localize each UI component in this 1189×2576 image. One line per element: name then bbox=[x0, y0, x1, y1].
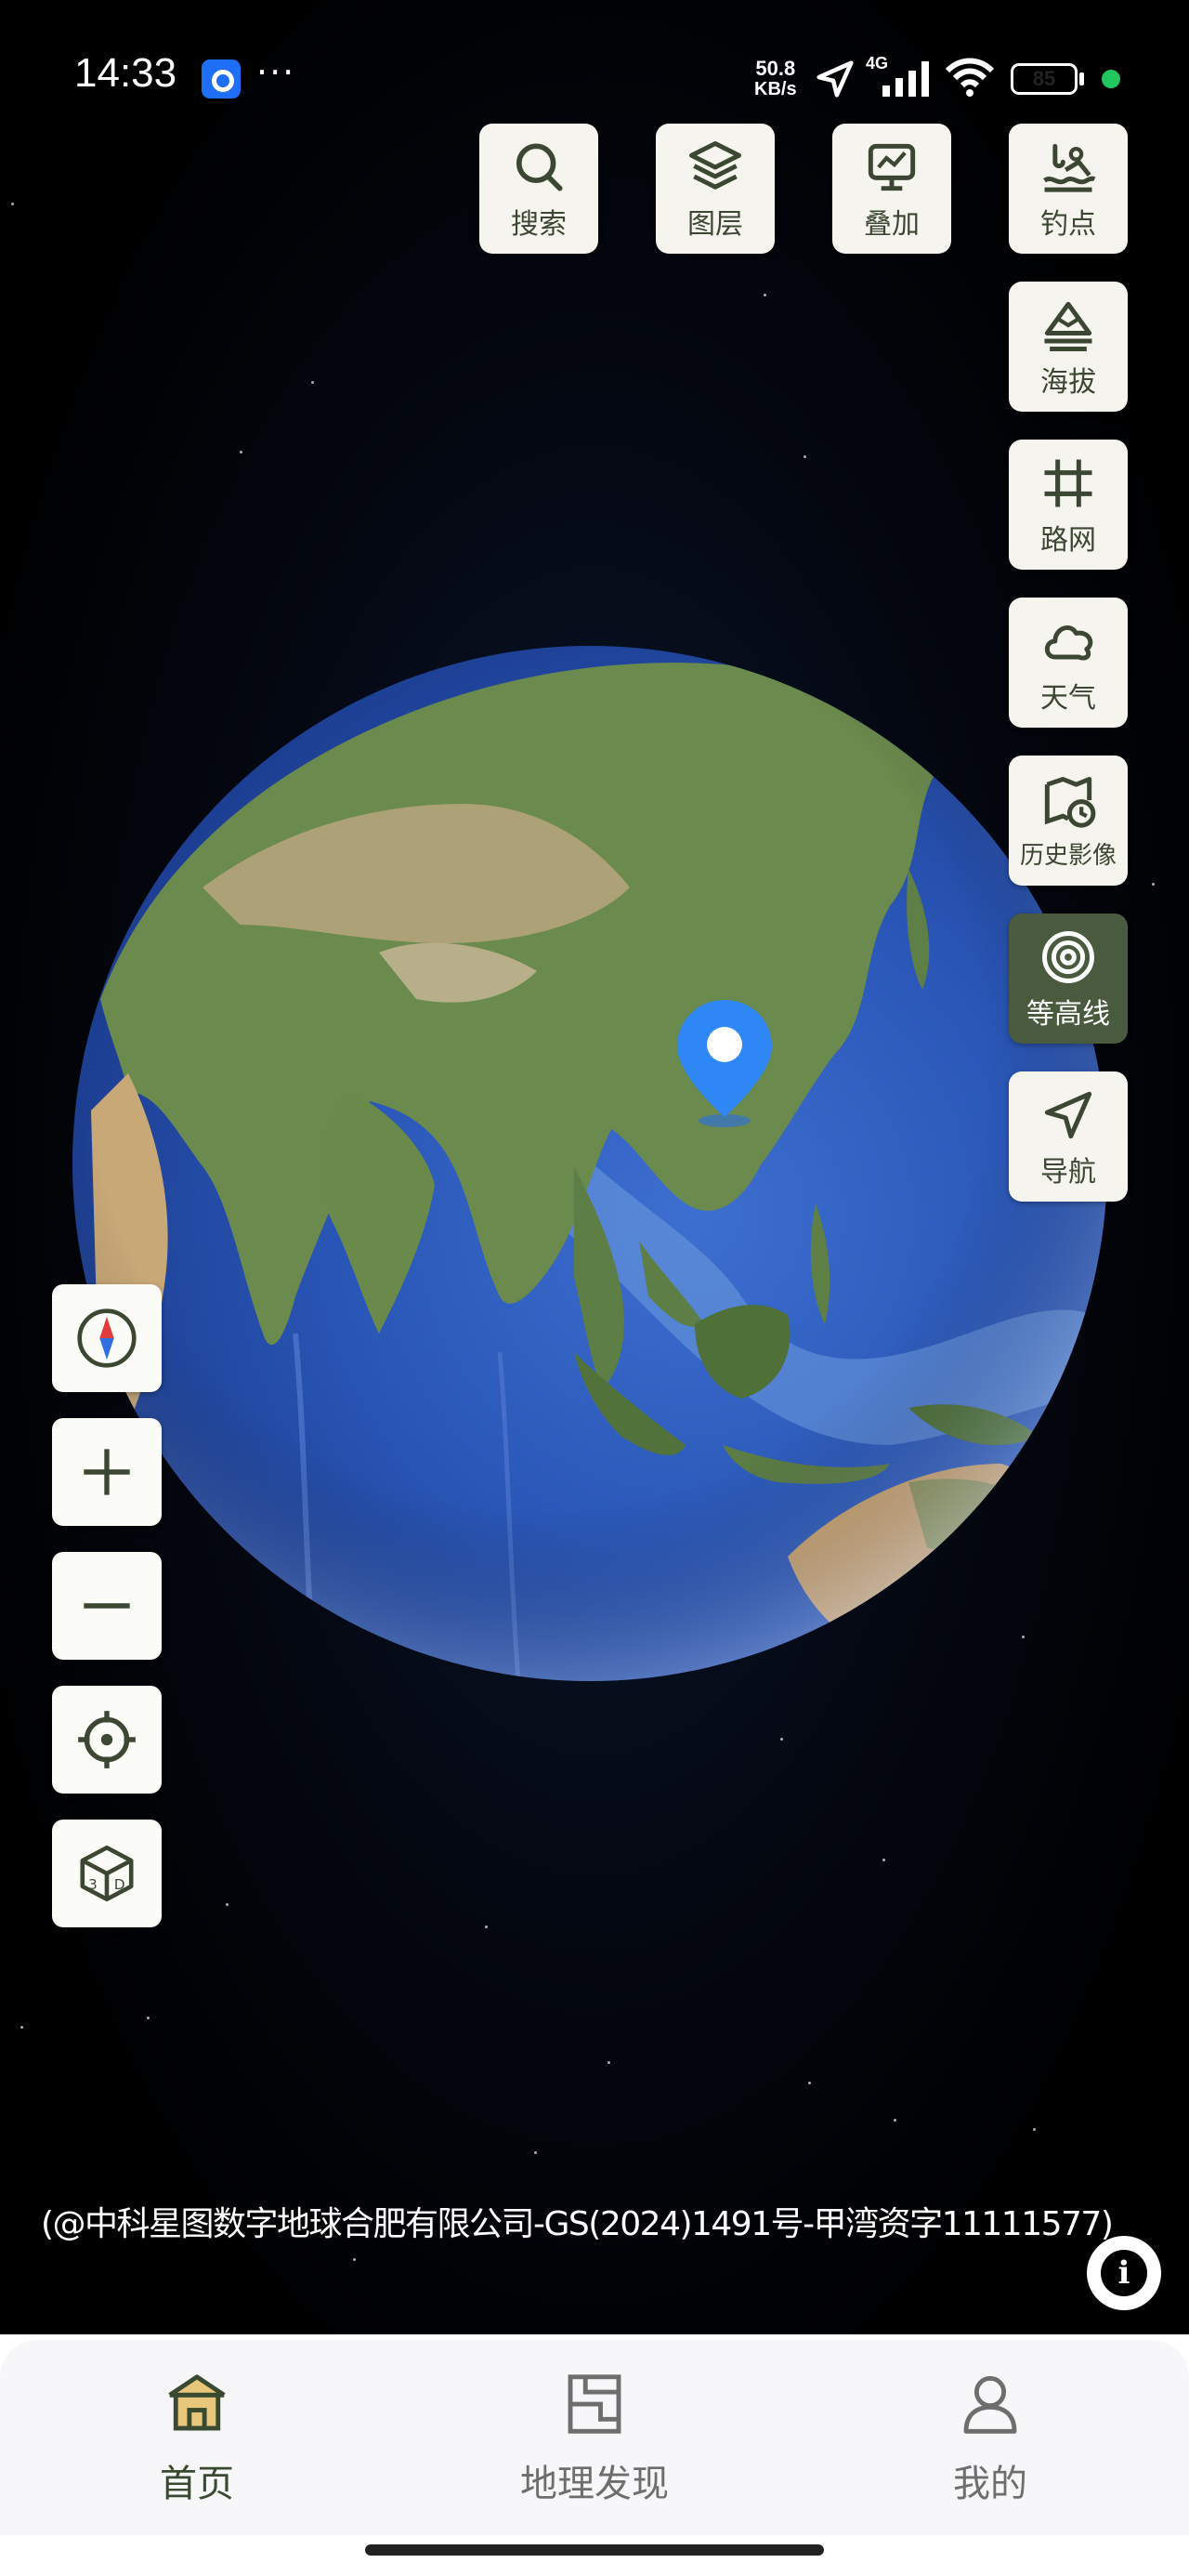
road-network-icon bbox=[1044, 459, 1092, 507]
altitude-button[interactable]: 海拔 bbox=[1009, 282, 1128, 412]
contour-icon bbox=[1042, 931, 1094, 983]
home-icon bbox=[168, 2374, 226, 2431]
weather-button[interactable]: 天气 bbox=[1009, 598, 1128, 728]
zoom-out-icon bbox=[84, 1603, 130, 1609]
3d-view-button[interactable]: 3D bbox=[52, 1820, 162, 1927]
battery-tip bbox=[1079, 72, 1084, 85]
globe-surface bbox=[72, 646, 1107, 1681]
layers-label: 图层 bbox=[687, 208, 743, 241]
signal-icon bbox=[882, 61, 929, 97]
earth-globe[interactable] bbox=[35, 609, 1145, 1719]
navigation-icon bbox=[1044, 1091, 1092, 1139]
overlay-icon bbox=[868, 143, 916, 191]
fishing-label: 钓点 bbox=[1040, 208, 1096, 241]
more-notifications-icon: ··· bbox=[256, 52, 296, 93]
battery-icon: 85 bbox=[1011, 63, 1078, 95]
net-speed: 50.8 KB/s bbox=[754, 58, 797, 100]
status-time: 14:33 bbox=[74, 50, 177, 96]
overlay-button[interactable]: 叠加 bbox=[832, 124, 951, 254]
nav-mine-label: 我的 bbox=[953, 2463, 1027, 2505]
bottom-nav-panel: 首页 地理发现 我的 bbox=[0, 2340, 1189, 2535]
history-imagery-label: 历史影像 bbox=[1019, 841, 1117, 870]
nav-mine[interactable]: 我的 bbox=[888, 2368, 1092, 2507]
bottom-navigation: 首页 地理发现 我的 bbox=[0, 2334, 1189, 2576]
road-network-label: 路网 bbox=[1040, 524, 1096, 557]
location-pin-icon[interactable] bbox=[673, 998, 776, 1128]
history-imagery-icon bbox=[1044, 776, 1096, 828]
fishing-spot-button[interactable]: 钓点 bbox=[1009, 124, 1128, 254]
fishing-icon bbox=[1043, 143, 1096, 192]
app-indicator-icon bbox=[202, 59, 241, 99]
zoom-in-icon bbox=[84, 1449, 130, 1495]
locate-icon bbox=[78, 1711, 136, 1768]
history-imagery-button[interactable]: 历史影像 bbox=[1009, 756, 1128, 886]
3d-icon: 3D bbox=[80, 1845, 134, 1902]
battery-level: 85 bbox=[1032, 67, 1056, 90]
zoom-out-button[interactable] bbox=[52, 1552, 162, 1660]
contour-label: 等高线 bbox=[1026, 998, 1110, 1031]
altitude-label: 海拔 bbox=[1040, 366, 1096, 399]
layers-button[interactable]: 图层 bbox=[656, 124, 775, 254]
nav-home-label: 首页 bbox=[160, 2463, 234, 2505]
home-indicator[interactable] bbox=[365, 2544, 824, 2556]
wifi-icon bbox=[945, 58, 995, 97]
road-network-button[interactable]: 路网 bbox=[1009, 440, 1128, 570]
nav-home[interactable]: 首页 bbox=[95, 2368, 299, 2507]
svg-text:D: D bbox=[114, 1876, 125, 1893]
weather-label: 天气 bbox=[1040, 682, 1096, 715]
navigation-label: 导航 bbox=[1040, 1156, 1096, 1189]
nav-discover[interactable]: 地理发现 bbox=[492, 2368, 697, 2507]
compass-icon bbox=[77, 1308, 137, 1368]
nav-discover-label: 地理发现 bbox=[520, 2463, 669, 2505]
info-button[interactable]: i bbox=[1087, 2236, 1161, 2310]
mine-icon bbox=[963, 2375, 1017, 2434]
svg-text:3: 3 bbox=[88, 1876, 98, 1893]
altitude-icon bbox=[1044, 301, 1092, 351]
discover-icon bbox=[568, 2374, 621, 2434]
search-label: 搜索 bbox=[511, 208, 567, 241]
overlay-label: 叠加 bbox=[864, 208, 920, 241]
net-speed-unit: KB/s bbox=[754, 79, 797, 99]
location-arrow-icon bbox=[817, 60, 854, 98]
weather-icon bbox=[1044, 625, 1093, 661]
info-icon: i bbox=[1101, 2250, 1147, 2296]
net-speed-value: 50.8 bbox=[755, 57, 796, 80]
navigation-button[interactable]: 导航 bbox=[1009, 1071, 1128, 1202]
layers-icon bbox=[689, 141, 741, 190]
compass-button[interactable] bbox=[52, 1284, 162, 1392]
map-copyright: (@中科星图数字地球合肥有限公司-GS(2024)1491号-甲湾资字11111… bbox=[41, 2205, 1114, 2243]
zoom-in-button[interactable] bbox=[52, 1418, 162, 1526]
search-icon bbox=[516, 143, 563, 191]
search-button[interactable]: 搜索 bbox=[479, 124, 598, 254]
status-dot bbox=[1102, 70, 1120, 88]
contour-button[interactable]: 等高线 bbox=[1009, 913, 1128, 1044]
locate-button[interactable] bbox=[52, 1686, 162, 1794]
